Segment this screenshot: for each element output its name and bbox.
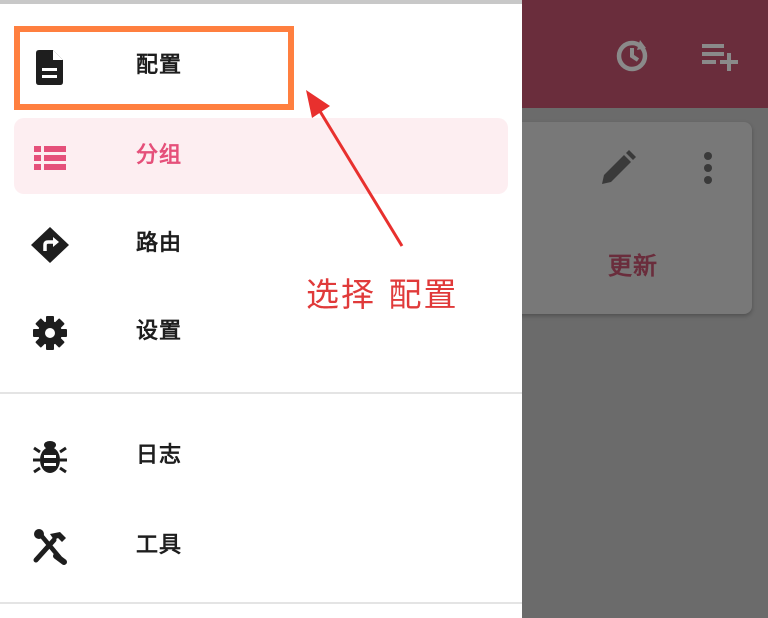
divider [0,392,522,394]
group-card: 更新 [500,122,752,314]
playlist-add-icon[interactable] [700,36,740,76]
nav-label: 日志 [136,443,183,468]
route-diamond-icon [31,227,69,263]
highlight-box [14,26,294,110]
more-vert-icon[interactable] [694,148,722,188]
annotation-arrow [306,90,404,247]
nav-label: 设置 [136,319,183,344]
history-icon[interactable] [612,36,652,76]
nav-item-logs[interactable]: 日志 [14,418,508,494]
divider [0,602,522,604]
gear-icon [33,316,67,350]
nav-label: 路由 [136,231,183,256]
annotation-text: 选择 配置 [306,275,459,314]
nav-label: 工具 [136,533,183,558]
list-icon [34,146,66,170]
nav-item-tools[interactable]: 工具 [14,508,508,584]
bug-icon [33,441,67,474]
update-button[interactable]: 更新 [608,246,658,281]
edit-icon[interactable] [598,148,638,188]
nav-item-groups[interactable]: 分组 [14,118,508,194]
tools-icon [33,529,67,565]
nav-label: 分组 [136,143,183,168]
